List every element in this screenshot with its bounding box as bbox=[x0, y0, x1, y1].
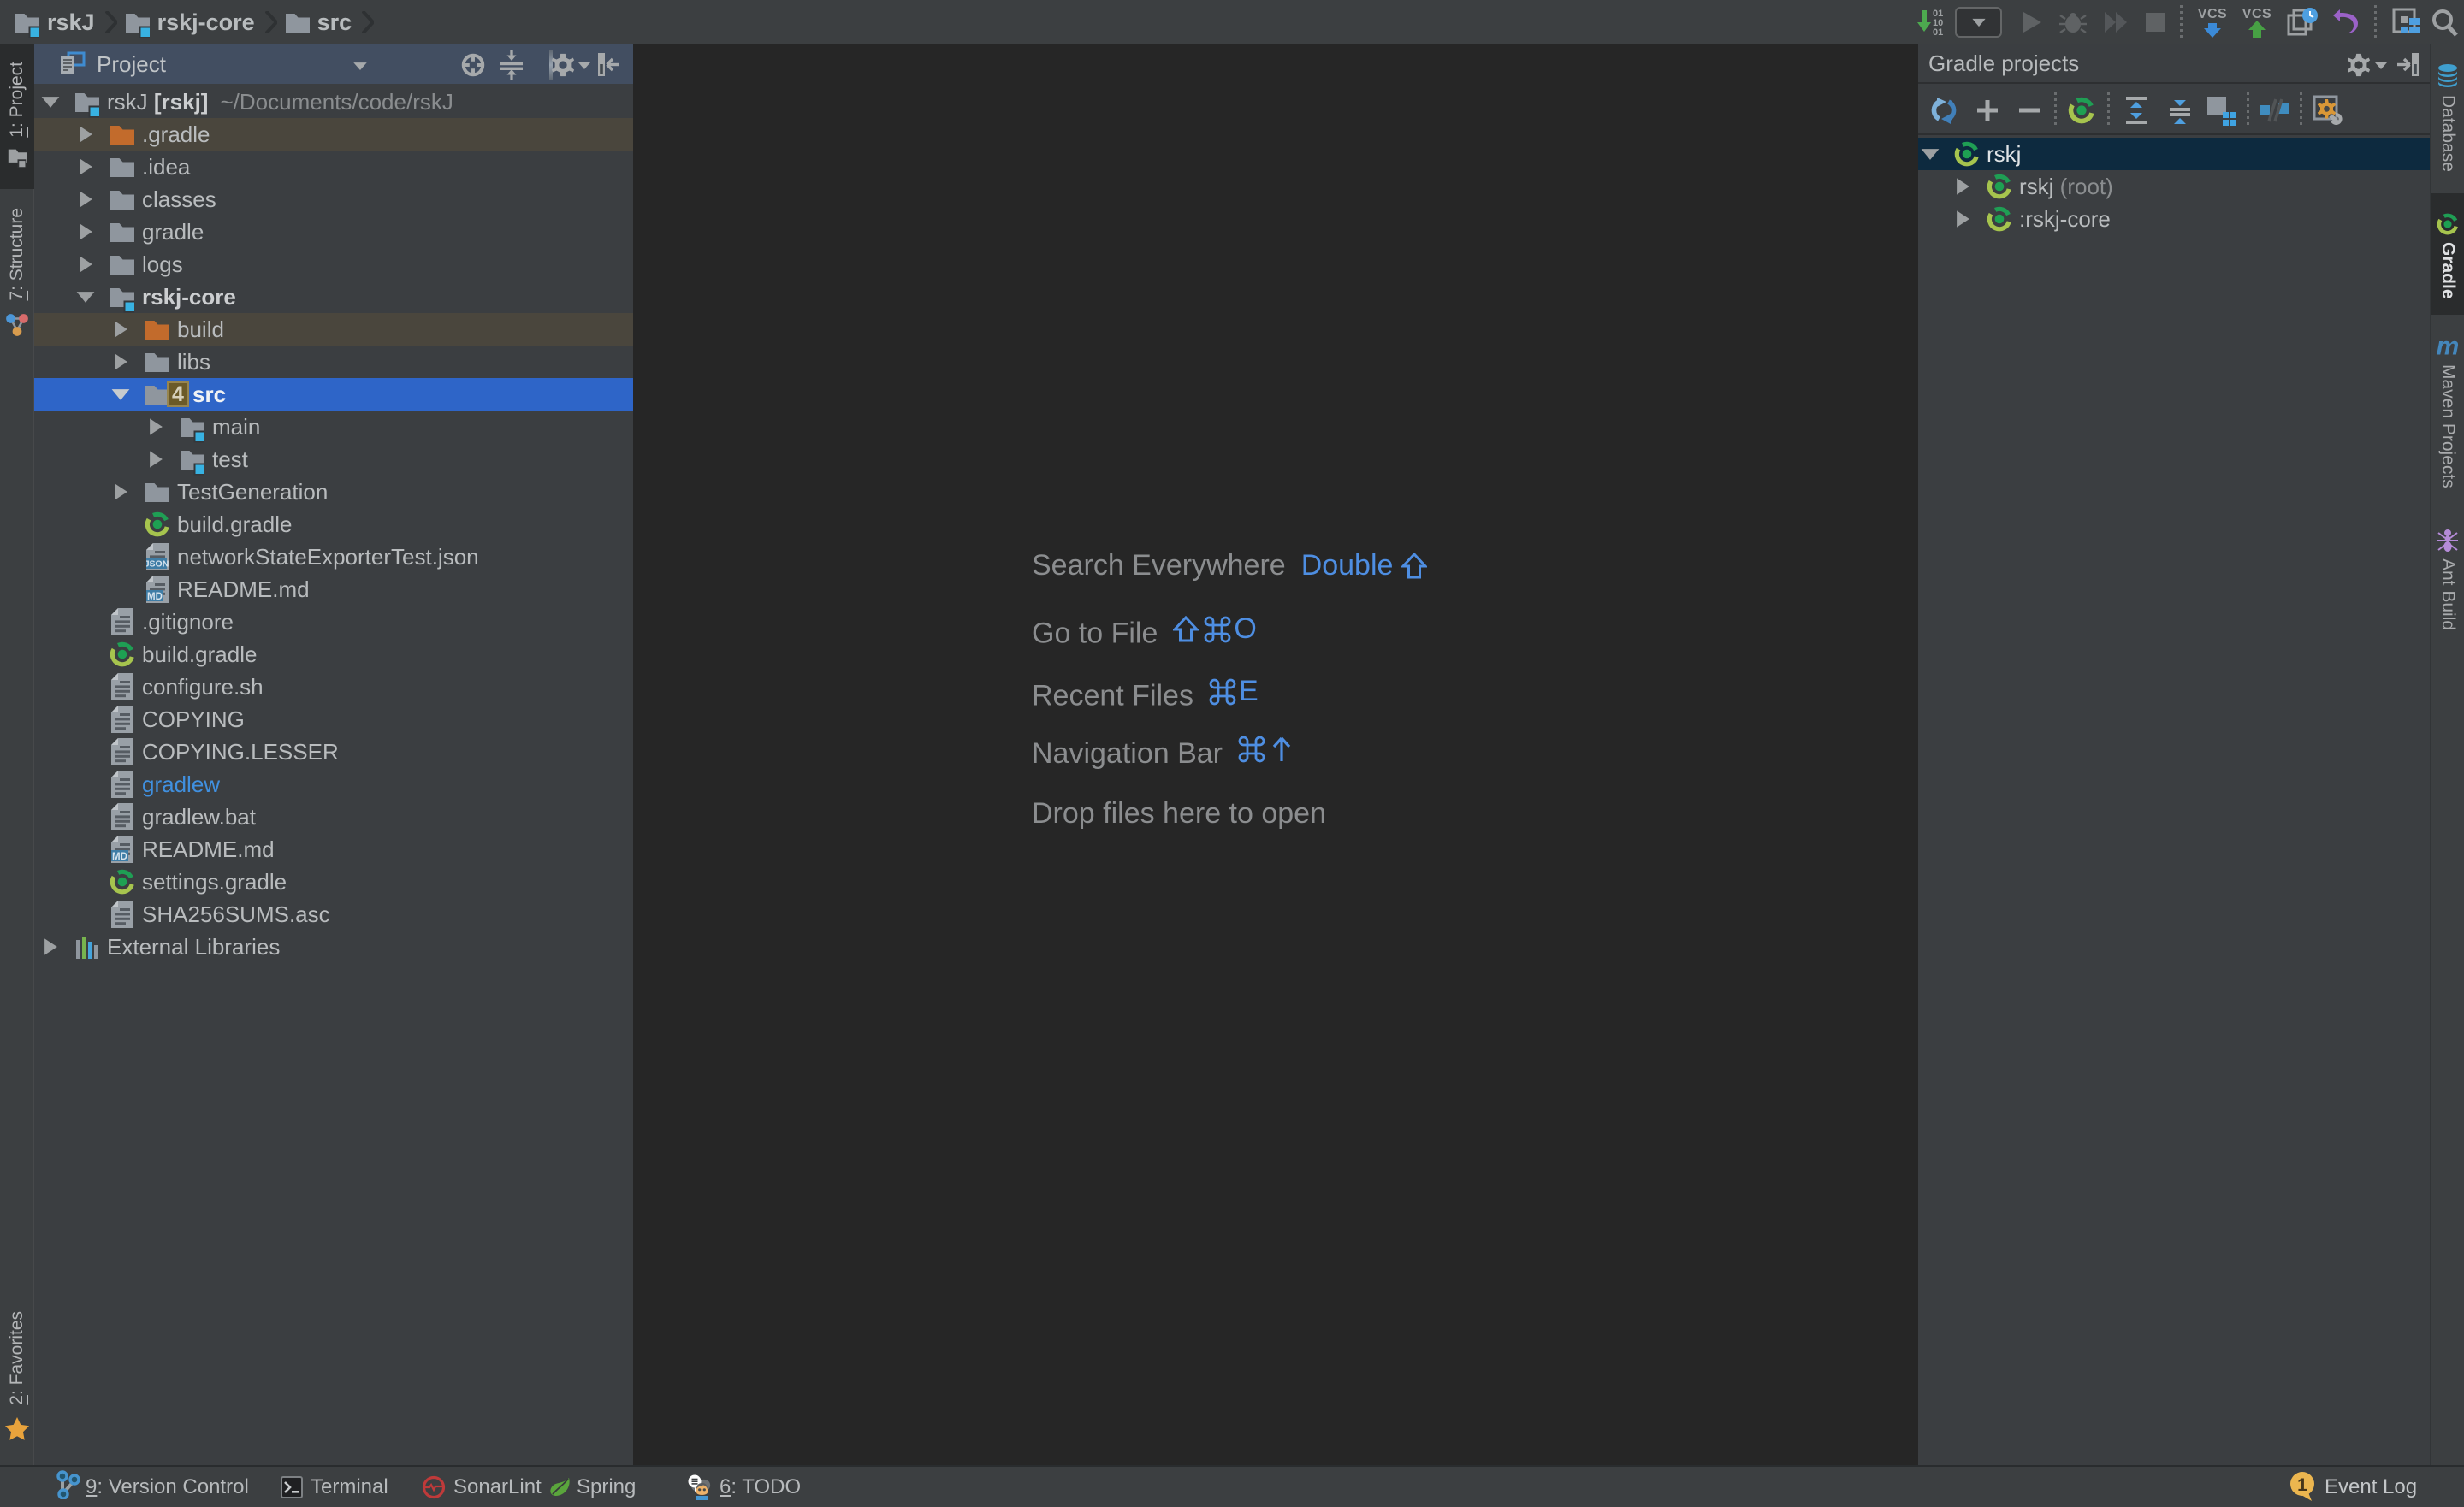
svg-text:01: 01 bbox=[1933, 27, 1943, 38]
svg-text:1: 1 bbox=[2297, 1475, 2307, 1495]
svg-text:VCS: VCS bbox=[2242, 7, 2272, 21]
svg-text:m: m bbox=[2437, 334, 2460, 358]
svg-text:VCS: VCS bbox=[2198, 7, 2227, 21]
